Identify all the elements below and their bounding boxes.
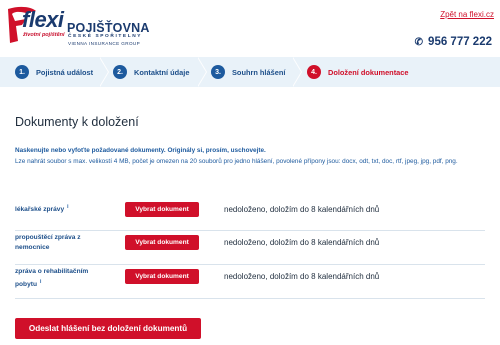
step-divider	[197, 57, 207, 87]
brand-subtitle: životní pojištění	[23, 32, 65, 38]
step-souhrn-hlaseni[interactable]: 3. Souhrn hlášení	[211, 64, 285, 80]
phone-icon: ✆	[414, 37, 424, 48]
step-label: Souhrn hlášení	[232, 67, 286, 77]
insurer-name: POJIŠŤOVNA	[67, 21, 150, 35]
progress-steps: 1. Pojistná událost 2. Kontaktní údaje 3…	[0, 57, 500, 87]
select-document-button[interactable]: Vybrat dokument	[125, 202, 199, 217]
step-pojistna-udalost[interactable]: 1. Pojistná událost	[15, 64, 93, 80]
step-number: 1.	[15, 65, 29, 79]
step-divider	[292, 57, 302, 87]
intro-limits: Lze nahrát soubor s max. velikostí 4 MB,…	[15, 158, 458, 165]
brand-name: flexi	[22, 7, 64, 32]
step-label: Kontaktní údaje	[134, 67, 190, 77]
phone-number: ✆ 956 777 222	[415, 36, 492, 48]
step-kontaktni-udaje[interactable]: 2. Kontaktní údaje	[113, 64, 189, 80]
phone-text: 956 777 222	[428, 36, 492, 48]
submit-without-documents-button[interactable]: Odeslat hlášení bez doložení dokumentů	[15, 318, 201, 339]
step-label: Doložení dokumentace	[328, 67, 409, 77]
document-label: propouštěcí zpráva z nemocnice	[15, 234, 81, 251]
document-label: lékařské zprávy i	[15, 202, 69, 214]
back-link[interactable]: Zpět na flexi.cz	[440, 10, 494, 19]
intro-instruction: Naskenujte nebo vyfoťte požadované dokum…	[15, 147, 266, 154]
step-dolozeni-dokumentace[interactable]: 4. Doložení dokumentace	[307, 64, 409, 80]
select-document-button[interactable]: Vybrat dokument	[125, 269, 199, 284]
document-row: lékařské zprávy i Vybrat dokument nedolož…	[15, 197, 485, 231]
document-status: nedoloženo, doložím do 8 kalendářních dn…	[224, 272, 380, 281]
document-status: nedoloženo, doložím do 8 kalendářních dn…	[224, 238, 380, 247]
step-number: 3.	[211, 65, 225, 79]
page-title: Dokumenty k doložení	[15, 115, 139, 129]
insurer-subtitle: ČESKÉ SPOŘITELNY	[68, 34, 143, 39]
document-status: nedoloženo, doložím do 8 kalendářních dn…	[224, 205, 380, 214]
header: flexi životní pojištění POJIŠŤOVNA ČESKÉ…	[0, 0, 500, 57]
document-label: zpráva o rehabilitačním pobytu i	[15, 268, 89, 289]
insurer-group: VIENNA INSURANCE GROUP	[68, 41, 141, 46]
step-number: 2.	[113, 65, 127, 79]
info-icon[interactable]: i	[67, 202, 68, 212]
step-label: Pojistná událost	[36, 67, 94, 77]
document-row: propouštěcí zpráva z nemocnice Vybrat do…	[15, 231, 485, 265]
info-icon[interactable]: i	[40, 277, 41, 287]
step-number: 4.	[307, 65, 321, 79]
step-divider	[99, 57, 109, 87]
select-document-button[interactable]: Vybrat dokument	[125, 235, 199, 250]
document-row: zpráva o rehabilitačním pobytu i Vybrat d…	[15, 265, 485, 299]
